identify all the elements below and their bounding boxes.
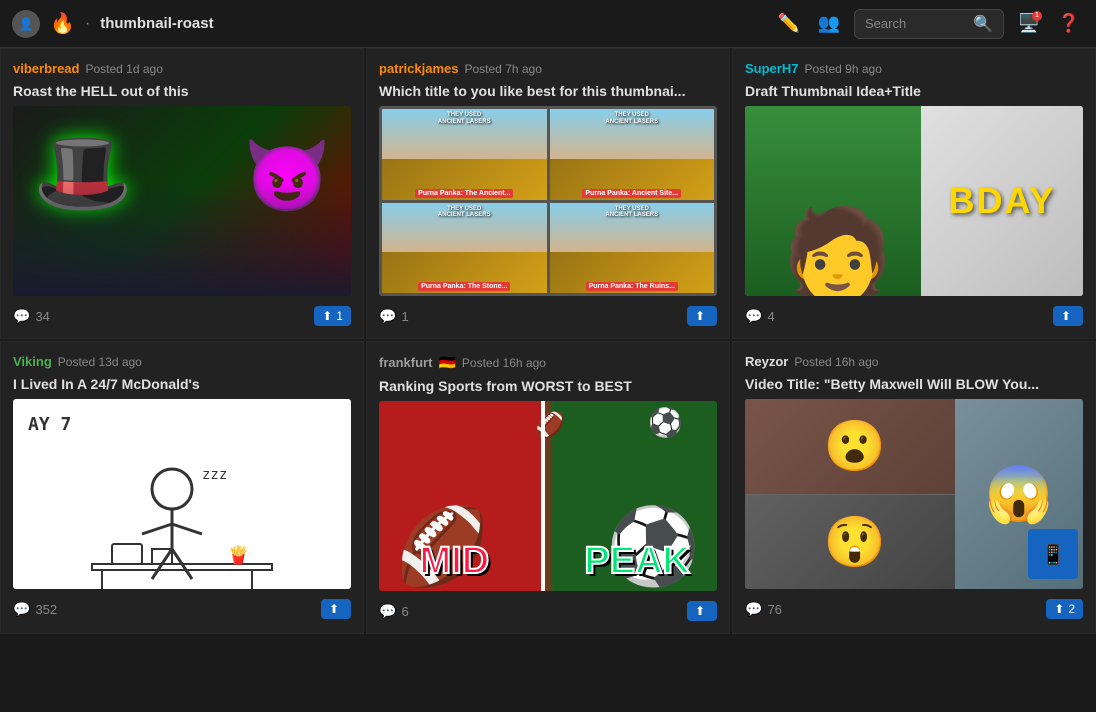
card-header: patrickjames Posted 7h ago bbox=[379, 61, 717, 76]
soccer-icon: ⚽ bbox=[648, 406, 683, 439]
card-footer: 💬 352 ⬆ bbox=[13, 599, 351, 619]
card-time: Posted 13d ago bbox=[58, 355, 142, 369]
card-thumbnail: THEY USEDANCIENT LASERS Purna Panka: The… bbox=[379, 106, 717, 296]
comment-count: 💬 76 bbox=[745, 601, 782, 618]
card-footer: 💬 34 ⬆ 1 bbox=[13, 306, 351, 326]
comment-count: 💬 352 bbox=[13, 601, 57, 618]
upvote-button[interactable]: ⬆ bbox=[687, 601, 717, 621]
edit-icon[interactable]: ✏️ bbox=[774, 9, 804, 39]
comment-count: 💬 4 bbox=[745, 308, 775, 325]
search-icon: 🔍 bbox=[973, 14, 993, 34]
card-header: Reyzor Posted 16h ago bbox=[745, 354, 1083, 369]
card-header: SuperH7 Posted 9h ago bbox=[745, 61, 1083, 76]
card-title: Roast the HELL out of this bbox=[13, 82, 351, 100]
upvote-icon: ⬆ bbox=[1061, 309, 1071, 323]
avatar-icon: 👤 bbox=[19, 17, 34, 31]
football-icon: 🏈 bbox=[535, 411, 565, 440]
help-icon[interactable]: ❓ bbox=[1054, 9, 1084, 39]
svg-text:🍟: 🍟 bbox=[227, 544, 249, 565]
upvote-button[interactable]: ⬆ 2 bbox=[1046, 599, 1083, 619]
card-time: Posted 7h ago bbox=[465, 62, 542, 76]
svg-text:zzz: zzz bbox=[202, 467, 227, 483]
comment-icon: 💬 bbox=[379, 603, 396, 620]
card-thumbnail: 🧑 BDAY bbox=[745, 106, 1083, 296]
card-thumbnail: 🎩 😈 bbox=[13, 106, 351, 296]
card-time: Posted 16h ago bbox=[794, 355, 878, 369]
comment-icon: 💬 bbox=[745, 601, 762, 618]
card-username[interactable]: Reyzor bbox=[745, 354, 788, 369]
comment-count: 💬 6 bbox=[379, 603, 409, 620]
upvote-icon: ⬆ bbox=[322, 309, 332, 323]
card-flag: 🇩🇪 bbox=[438, 354, 455, 371]
upvote-button[interactable]: ⬆ bbox=[687, 306, 717, 326]
card-username[interactable]: frankfurt bbox=[379, 355, 432, 370]
card-footer: 💬 6 ⬆ bbox=[379, 601, 717, 621]
upvote-count: 1 bbox=[336, 309, 343, 323]
card-footer: 💬 4 ⬆ bbox=[745, 306, 1083, 326]
notification-badge: 1 bbox=[1032, 11, 1042, 21]
search-input[interactable] bbox=[865, 16, 967, 31]
upvote-button[interactable]: ⬆ bbox=[1053, 306, 1083, 326]
people-icon[interactable]: 👥 bbox=[814, 9, 844, 39]
upvote-count: 2 bbox=[1068, 602, 1075, 616]
comment-count: 💬 1 bbox=[379, 308, 409, 325]
comment-icon: 💬 bbox=[13, 601, 30, 618]
upvote-icon: ⬆ bbox=[695, 309, 705, 323]
upvote-icon: ⬆ bbox=[329, 602, 339, 616]
comment-icon: 💬 bbox=[13, 308, 30, 325]
card-header: viberbread Posted 1d ago bbox=[13, 61, 351, 76]
notification-icon[interactable]: 🖥️ 1 bbox=[1014, 9, 1044, 39]
upvote-button[interactable]: ⬆ 1 bbox=[314, 306, 351, 326]
card-1[interactable]: viberbread Posted 1d ago Roast the HELL … bbox=[0, 48, 364, 339]
card-6[interactable]: Reyzor Posted 16h ago Video Title: "Bett… bbox=[732, 341, 1096, 634]
card-4[interactable]: Viking Posted 13d ago I Lived In A 24/7 … bbox=[0, 341, 364, 634]
user-avatar[interactable]: 👤 bbox=[12, 10, 40, 38]
card-thumbnail: AY 7 zzz bbox=[13, 399, 351, 589]
card-5[interactable]: frankfurt 🇩🇪 Posted 16h ago Ranking Spor… bbox=[366, 341, 730, 634]
card-username[interactable]: Viking bbox=[13, 354, 52, 369]
app-title: thumbnail-roast bbox=[100, 15, 213, 32]
upvote-icon: ⬆ bbox=[1054, 602, 1064, 616]
upvote-icon: ⬆ bbox=[695, 604, 705, 618]
comment-icon: 💬 bbox=[745, 308, 762, 325]
card-title: Video Title: "Betty Maxwell Will BLOW Yo… bbox=[745, 375, 1083, 393]
card-thumbnail: 🏈 ⚽ 🏈 ⚽ MID PEAK bbox=[379, 401, 717, 591]
card-title: Ranking Sports from WORST to BEST bbox=[379, 377, 717, 395]
card-username[interactable]: viberbread bbox=[13, 61, 79, 76]
card-title: Which title to you like best for this th… bbox=[379, 82, 717, 100]
card-footer: 💬 1 ⬆ bbox=[379, 306, 717, 326]
card-username[interactable]: patrickjames bbox=[379, 61, 459, 76]
fire-icon: 🔥 bbox=[50, 11, 75, 36]
card-footer: 💬 76 ⬆ 2 bbox=[745, 599, 1083, 619]
card-username[interactable]: SuperH7 bbox=[745, 61, 798, 76]
comment-icon: 💬 bbox=[379, 308, 396, 325]
header: 👤 🔥 · thumbnail-roast ✏️ 👥 🔍 🖥️ 1 ❓ bbox=[0, 0, 1096, 48]
search-bar[interactable]: 🔍 bbox=[854, 9, 1004, 39]
card-header: frankfurt 🇩🇪 Posted 16h ago bbox=[379, 354, 717, 371]
card-title: I Lived In A 24/7 McDonald's bbox=[13, 375, 351, 393]
comment-count: 💬 34 bbox=[13, 308, 50, 325]
card-title: Draft Thumbnail Idea+Title bbox=[745, 82, 1083, 100]
card-thumbnail: 😮 😲 😱 📱 bbox=[745, 399, 1083, 589]
card-2[interactable]: patrickjames Posted 7h ago Which title t… bbox=[366, 48, 730, 339]
card-time: Posted 1d ago bbox=[85, 62, 162, 76]
card-time: Posted 9h ago bbox=[804, 62, 881, 76]
card-grid: viberbread Posted 1d ago Roast the HELL … bbox=[0, 48, 1096, 634]
upvote-button[interactable]: ⬆ bbox=[321, 599, 351, 619]
card-3[interactable]: SuperH7 Posted 9h ago Draft Thumbnail Id… bbox=[732, 48, 1096, 339]
separator-dot: · bbox=[85, 15, 90, 33]
card-header: Viking Posted 13d ago bbox=[13, 354, 351, 369]
card-time: Posted 16h ago bbox=[462, 356, 546, 370]
